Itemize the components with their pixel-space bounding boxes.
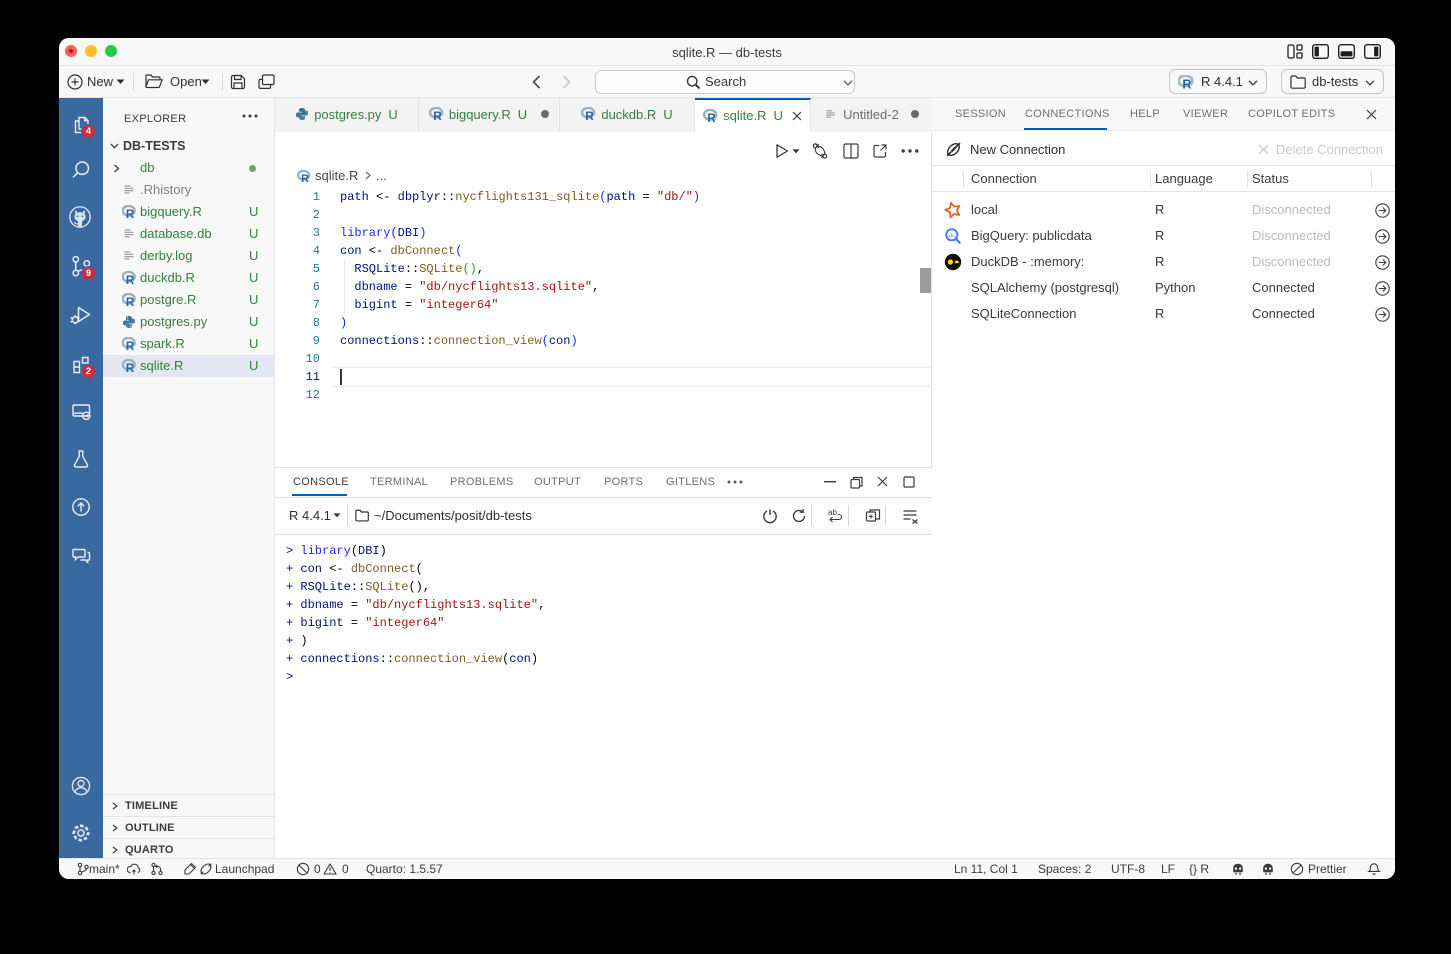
svg-text:R: R xyxy=(708,113,717,123)
svg-text:R: R xyxy=(126,341,135,351)
svg-text:R: R xyxy=(1182,78,1191,90)
svg-text:R: R xyxy=(126,297,135,307)
svg-text:ab: ab xyxy=(828,508,837,517)
svg-text:R: R xyxy=(126,209,135,219)
svg-text:R: R xyxy=(301,173,309,183)
svg-text:R: R xyxy=(126,363,135,373)
svg-text:R: R xyxy=(586,111,595,121)
svg-text:R: R xyxy=(433,111,442,121)
svg-text:R: R xyxy=(126,275,135,285)
